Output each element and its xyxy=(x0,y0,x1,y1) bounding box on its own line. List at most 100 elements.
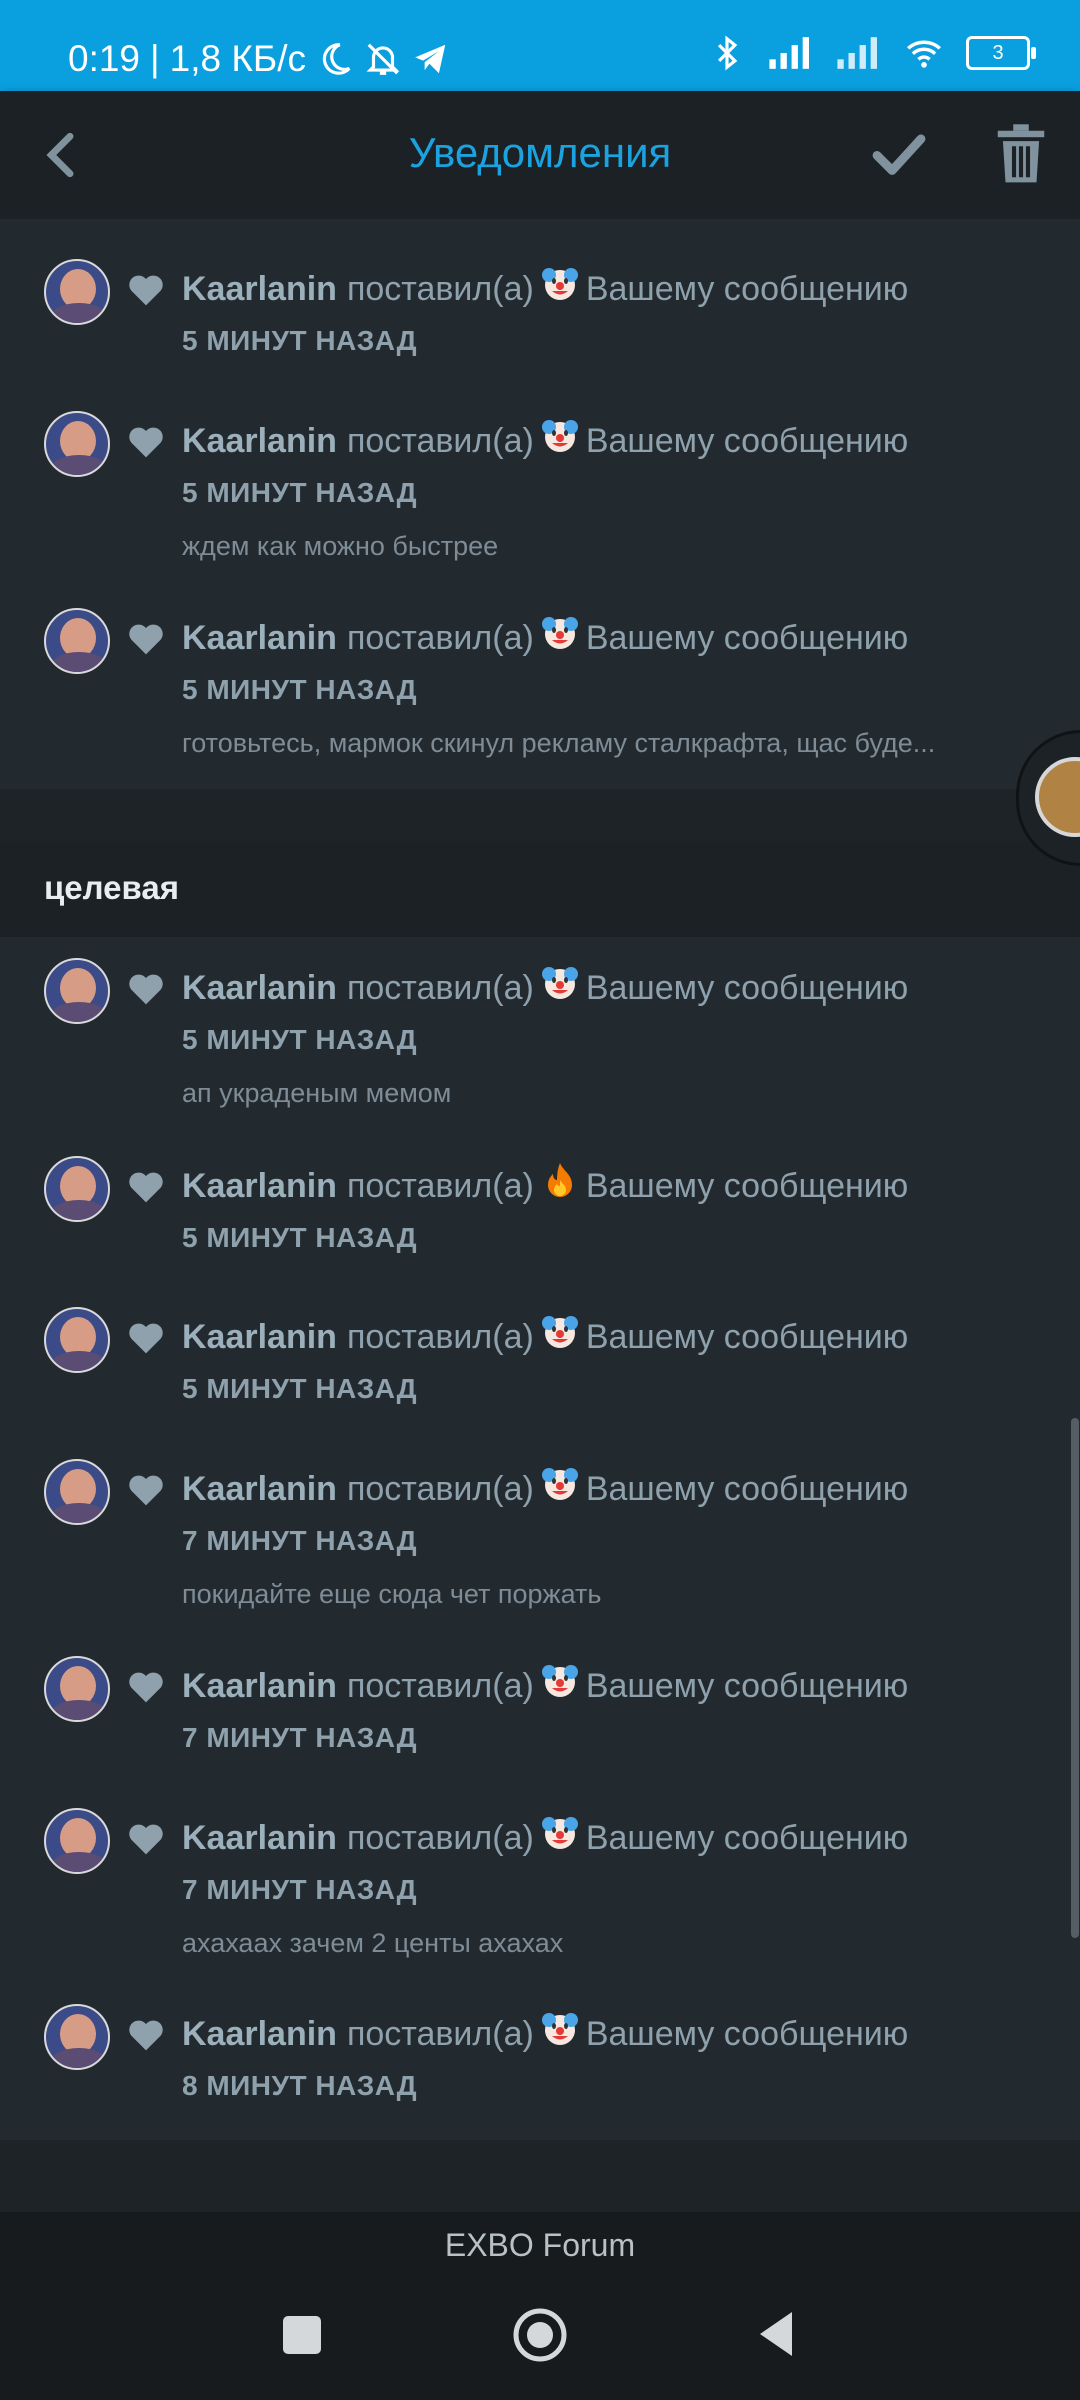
status-right: 3 xyxy=(708,34,1036,72)
trash-icon[interactable] xyxy=(990,119,1052,189)
clock: 0:19 xyxy=(68,38,141,79)
heart-icon xyxy=(129,2020,163,2051)
notification-action: поставил(а) xyxy=(346,1166,534,1205)
notification-time: 7 МИНУТ НАЗАД xyxy=(182,1874,418,1905)
clown-face-icon xyxy=(541,420,578,452)
signal-icon-2 xyxy=(837,37,877,69)
heart-icon xyxy=(129,1172,163,1203)
avatar[interactable] xyxy=(44,259,110,325)
avatar[interactable] xyxy=(44,1307,110,1373)
notification-target: Вашему сообщению xyxy=(585,968,909,1007)
notification-user[interactable]: Kaarlanin xyxy=(182,619,337,658)
notification-target: Вашему сообщению xyxy=(585,1317,909,1356)
clown-face-icon xyxy=(541,1665,578,1697)
notification-time: 7 МИНУТ НАЗАД xyxy=(182,1525,418,1556)
bell-off-icon xyxy=(366,43,400,75)
status-bar: 0:19 | 1,8 КБ/с 3 xyxy=(0,0,1080,91)
notification-user[interactable]: Kaarlanin xyxy=(182,270,337,309)
avatar[interactable] xyxy=(44,1656,110,1722)
notification-user[interactable]: Kaarlanin xyxy=(182,2015,337,2054)
notification-action: поставил(а) xyxy=(346,269,534,308)
notification-user[interactable]: Kaarlanin xyxy=(182,1470,337,1509)
avatar[interactable] xyxy=(44,1156,110,1222)
notification-item[interactable]: Kaarlanin поставил(а) Вашему сообщению 5… xyxy=(0,411,1080,571)
notification-text: Kaarlanin поставил(а) Вашему сообщению xyxy=(182,1316,909,1357)
notification-action: поставил(а) xyxy=(346,421,534,460)
notification-action: поставил(а) xyxy=(346,1317,534,1356)
notification-item[interactable]: Kaarlanin поставил(а) Вашему сообщению 5… xyxy=(0,1156,1080,1276)
status-left: 0:19 | 1,8 КБ/с xyxy=(68,38,450,80)
notification-item[interactable]: Kaarlanin поставил(а) Вашему сообщению 5… xyxy=(0,1307,1080,1427)
notification-target: Вашему сообщению xyxy=(585,2014,909,2053)
notification-item[interactable]: Kaarlanin поставил(а) Вашему сообщению 5… xyxy=(0,958,1080,1118)
clown-face-icon xyxy=(541,1316,578,1348)
notification-user[interactable]: Kaarlanin xyxy=(182,1819,337,1858)
notification-time: 8 МИНУТ НАЗАД xyxy=(182,2070,418,2101)
notification-user[interactable]: Kaarlanin xyxy=(182,422,337,461)
group-header[interactable]: целевая xyxy=(0,841,1080,937)
mark-all-read-check-icon[interactable] xyxy=(866,121,932,187)
notification-user[interactable]: Kaarlanin xyxy=(182,969,337,1008)
status-separator: | xyxy=(150,38,160,79)
home-button[interactable] xyxy=(512,2307,568,2363)
notification-text: Kaarlanin поставил(а) Вашему сообщению xyxy=(182,268,909,309)
heart-icon xyxy=(129,1824,163,1855)
notification-text: Kaarlanin поставил(а) Вашему сообщению xyxy=(182,617,909,658)
notification-item[interactable]: Kaarlanin поставил(а) Вашему сообщению 5… xyxy=(0,259,1080,379)
notification-time: 5 МИНУТ НАЗАД xyxy=(182,1024,418,1055)
heart-icon xyxy=(129,1475,163,1506)
notification-text: Kaarlanin поставил(а) Вашему сообщению xyxy=(182,967,909,1008)
avatar[interactable] xyxy=(44,2004,110,2070)
heart-icon xyxy=(129,974,163,1005)
notification-user[interactable]: Kaarlanin xyxy=(182,1167,337,1206)
notification-target: Вашему сообщению xyxy=(585,618,909,657)
recent-apps-button[interactable] xyxy=(283,2316,321,2354)
clown-face-icon xyxy=(541,1817,578,1849)
heart-icon xyxy=(129,1672,163,1703)
notification-excerpt: покидайте еще сюда чет поржать xyxy=(182,1579,602,1609)
network-speed: 1,8 КБ/с xyxy=(169,38,306,79)
notification-text: Kaarlanin поставил(а) Вашему сообщению xyxy=(182,1817,909,1858)
notification-text: Kaarlanin поставил(а) Вашему сообщению xyxy=(182,2013,909,2054)
heart-icon xyxy=(129,275,163,306)
notification-action: поставил(а) xyxy=(346,618,534,657)
avatar[interactable] xyxy=(44,958,110,1024)
notification-action: поставил(а) xyxy=(346,1469,534,1508)
wifi-icon xyxy=(907,40,941,68)
scrollbar-thumb[interactable] xyxy=(1071,1418,1079,1938)
signal-icon xyxy=(769,37,809,69)
notification-user[interactable]: Kaarlanin xyxy=(182,1667,337,1706)
notification-item[interactable]: Kaarlanin поставил(а) Вашему сообщению 7… xyxy=(0,1656,1080,1776)
section-divider xyxy=(0,2140,1080,2212)
heart-icon xyxy=(129,1323,163,1354)
notification-target: Вашему сообщению xyxy=(585,421,909,460)
clown-face-icon xyxy=(541,967,578,999)
clown-face-icon xyxy=(541,1468,578,1500)
fire-icon xyxy=(547,1163,572,1197)
avatar[interactable] xyxy=(44,1459,110,1525)
notification-excerpt: готовьтесь, мармок скинул рекламу сталкр… xyxy=(182,728,936,758)
avatar[interactable] xyxy=(44,1808,110,1874)
notification-user[interactable]: Kaarlanin xyxy=(182,1318,337,1357)
notification-excerpt: ахахаах зачем 2 центы ахахах xyxy=(182,1928,564,1958)
avatar[interactable] xyxy=(44,411,110,477)
notification-text: Kaarlanin поставил(а) Вашему сообщению xyxy=(182,1163,908,1206)
bluetooth-icon xyxy=(717,35,738,71)
notification-excerpt: ап украденым мемом xyxy=(182,1078,452,1108)
app-caption: EXBO Forum xyxy=(0,2212,1080,2286)
notification-target: Вашему сообщению xyxy=(585,1818,909,1857)
notification-item[interactable]: Kaarlanin поставил(а) Вашему сообщению 8… xyxy=(0,2004,1080,2124)
notification-time: 7 МИНУТ НАЗАД xyxy=(182,1722,418,1753)
notification-action: поставил(а) xyxy=(346,1666,534,1705)
notification-item[interactable]: Kaarlanin поставил(а) Вашему сообщению 7… xyxy=(0,1459,1080,1619)
avatar[interactable] xyxy=(44,608,110,674)
notification-target: Вашему сообщению xyxy=(585,269,909,308)
notification-item[interactable]: Kaarlanin поставил(а) Вашему сообщению 7… xyxy=(0,1808,1080,1968)
notification-item[interactable]: Kaarlanin поставил(а) Вашему сообщению 5… xyxy=(0,608,1080,768)
telegram-icon xyxy=(415,44,446,74)
notification-excerpt: ждем как можно быстрее xyxy=(182,531,499,561)
notification-action: поставил(а) xyxy=(346,2014,534,2053)
nav-back-button[interactable] xyxy=(756,2310,796,2358)
notification-text: Kaarlanin поставил(а) Вашему сообщению xyxy=(182,420,909,461)
notification-text: Kaarlanin поставил(а) Вашему сообщению xyxy=(182,1665,908,1706)
